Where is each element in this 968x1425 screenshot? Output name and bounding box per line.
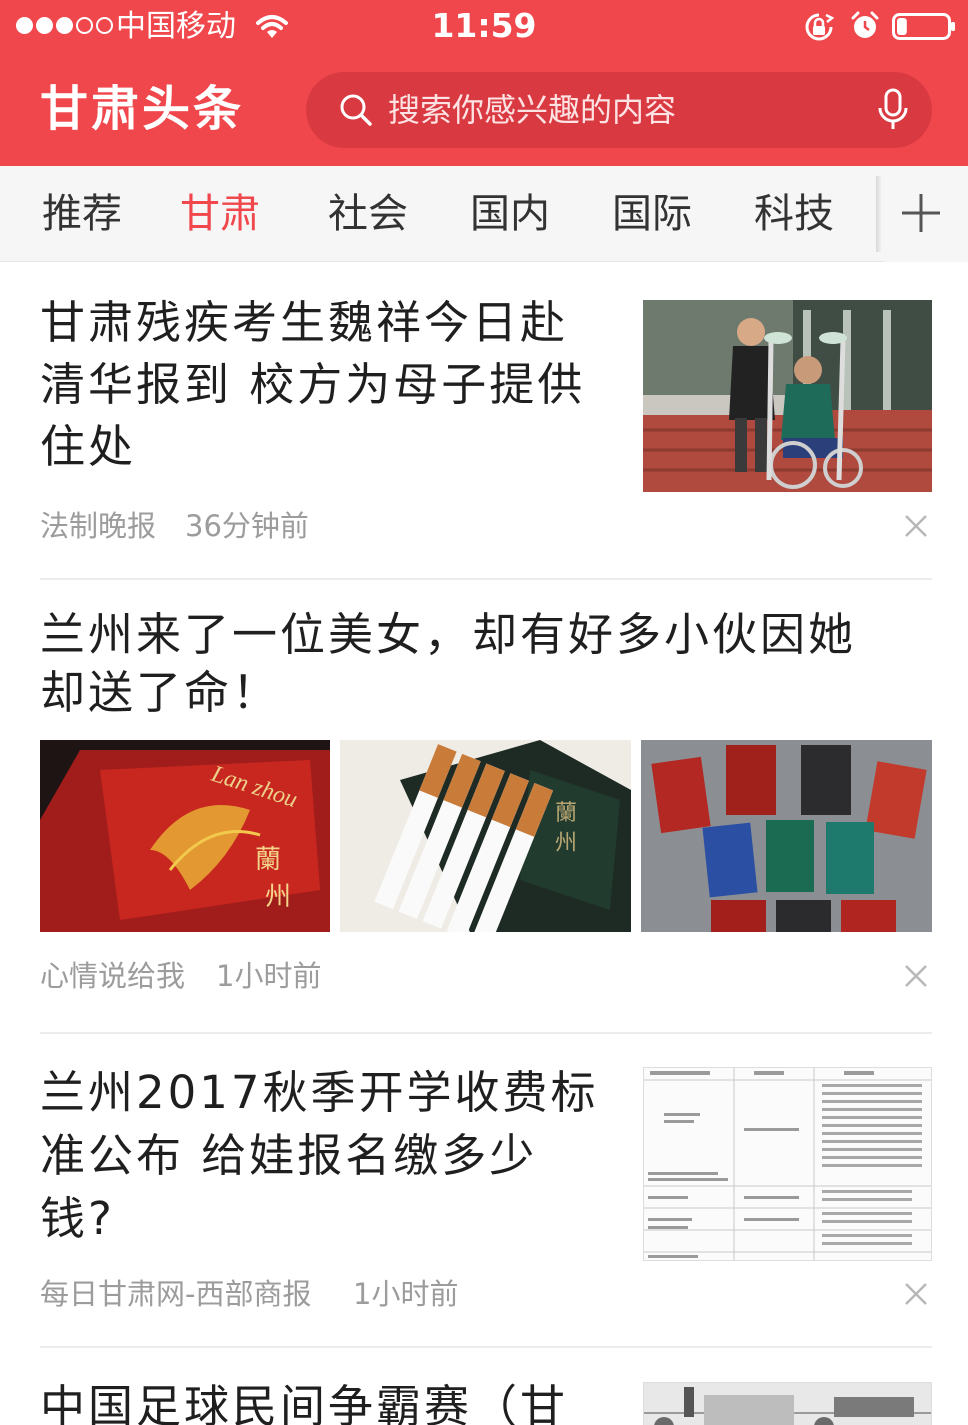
battery-icon <box>892 13 955 40</box>
search-icon <box>340 94 372 126</box>
app-logo[interactable]: 甘肃头条 <box>40 80 244 138</box>
dismiss-icon[interactable] <box>904 514 928 538</box>
article-time: 36分钟前 <box>185 509 309 543</box>
article-source: 心情说给我 <box>40 959 186 993</box>
article-title-line: 钱? <box>40 1192 115 1245</box>
channel-tabs: 推荐 甘肃 社会 国内 国际 科技 <box>0 166 968 262</box>
article-card[interactable]: 中国足球民间争霸赛（甘 <box>40 1372 932 1425</box>
article-title-line: 甘肃残疾考生魏祥今日赴 <box>40 296 569 349</box>
article-source: 每日甘肃网-西部商报 <box>40 1277 312 1311</box>
article-card[interactable]: 兰州2017秋季开学收费标 准公布 给娃报名缴多少 钱? 每日甘肃网-西部商报 … <box>40 1062 932 1322</box>
tab-gansu[interactable]: 甘肃 <box>180 166 260 262</box>
search-placeholder: 搜索你感兴趣的内容 <box>388 91 677 129</box>
tab-society[interactable]: 社会 <box>328 166 408 262</box>
news-feed: 甘肃残疾考生魏祥今日赴 清华报到 校方为母子提供 住处 法制晚报 36分钟前 兰… <box>0 262 968 1425</box>
search-input[interactable]: 搜索你感兴趣的内容 <box>306 72 932 148</box>
add-channel-button[interactable] <box>884 166 968 262</box>
tab-scroll-shadow <box>876 176 882 252</box>
article-image-cigarette-packs[interactable] <box>641 740 932 932</box>
article-title-line: 却送了命！ <box>40 666 281 719</box>
article-image-football[interactable] <box>643 1382 932 1425</box>
svg-text:蘭: 蘭 <box>555 801 577 826</box>
svg-text:蘭: 蘭 <box>255 845 281 875</box>
dismiss-icon[interactable] <box>904 1282 928 1306</box>
article-image-cigarette-pack[interactable]: Lan zhou 蘭 州 <box>40 740 330 932</box>
status-bar: 中国移动 11:59 <box>0 0 968 54</box>
article-card[interactable]: 兰州来了一位美女，却有好多小伙因她 却送了命！ Lan zhou 蘭 州 蘭 州 <box>40 604 932 1004</box>
tab-international[interactable]: 国际 <box>612 166 692 262</box>
alarm-icon <box>851 11 879 38</box>
tab-recommend[interactable]: 推荐 <box>42 166 122 262</box>
article-title-line: 准公布 给娃报名缴多少 <box>40 1129 538 1182</box>
article-title-line: 兰州2017秋季开学收费标 <box>40 1066 599 1119</box>
article-image-cigarettes[interactable]: 蘭 州 <box>340 740 631 932</box>
microphone-icon[interactable] <box>876 88 910 132</box>
app-header: 中国移动 11:59 甘肃头条 搜索你感兴趣的内容 <box>0 0 968 166</box>
plus-icon <box>902 194 940 232</box>
article-time: 1小时前 <box>216 959 322 993</box>
article-title-line: 兰州来了一位美女，却有好多小伙因她 <box>40 608 857 661</box>
tab-domestic[interactable]: 国内 <box>470 166 550 262</box>
article-title-line: 住处 <box>40 420 137 473</box>
svg-text:州: 州 <box>265 882 291 912</box>
article-divider <box>40 1032 932 1034</box>
article-title-line: 清华报到 校方为母子提供 <box>40 358 586 411</box>
article-divider <box>40 1346 932 1348</box>
article-title-line: 中国足球民间争霸赛（甘 <box>40 1380 569 1425</box>
article-time: 1小时前 <box>353 1277 459 1311</box>
svg-text:州: 州 <box>555 831 577 856</box>
article-divider <box>40 578 932 580</box>
article-card[interactable]: 甘肃残疾考生魏祥今日赴 清华报到 校方为母子提供 住处 法制晚报 36分钟前 <box>40 292 932 552</box>
article-image-fee-document[interactable] <box>643 1067 932 1261</box>
dismiss-icon[interactable] <box>904 964 928 988</box>
tab-technology[interactable]: 科技 <box>754 166 834 262</box>
rotation-lock-icon <box>805 13 834 41</box>
article-image-wheelchair[interactable] <box>643 300 932 492</box>
article-source: 法制晚报 <box>40 509 157 543</box>
